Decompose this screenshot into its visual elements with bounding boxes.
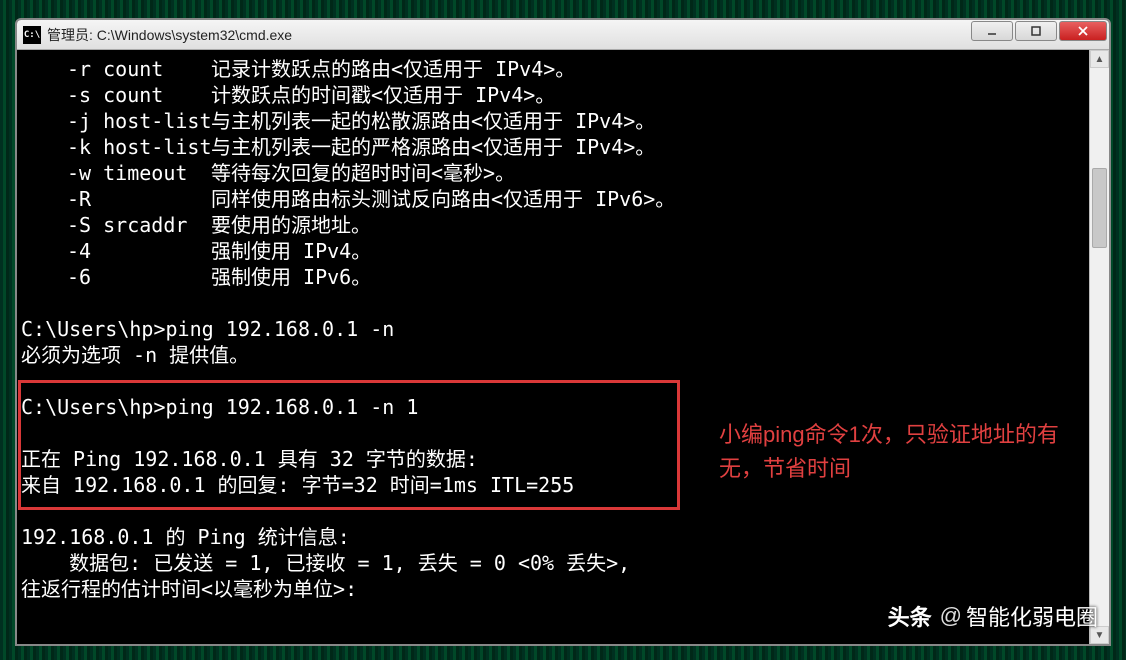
option-line: -k host-list与主机列表一起的严格源路由<仅适用于 IPv4>。 (21, 134, 675, 160)
cmd-line: C:\Users\hp>ping 192.168.0.1 -n 1 (21, 395, 418, 419)
stats-rtt: 往返行程的估计时间<以毫秒为单位>: (21, 577, 357, 601)
option-flag: -j host-list (21, 108, 211, 134)
option-line: -S srcaddr要使用的源地址。 (21, 212, 675, 238)
watermark: 头条 @ 智能化弱电圈 (888, 600, 1098, 632)
option-line: -s count计数跃点的时间戳<仅适用于 IPv4>。 (21, 82, 675, 108)
cmd-line: C:\Users\hp>ping 192.168.0.1 -n (21, 317, 394, 341)
close-button[interactable] (1059, 21, 1107, 41)
scroll-thumb[interactable] (1092, 168, 1107, 248)
option-flag: -w timeout (21, 160, 211, 186)
option-line: -R同样使用路由标头测试反向路由<仅适用于 IPv6>。 (21, 186, 675, 212)
vertical-scrollbar[interactable]: ▲ ▼ (1089, 50, 1109, 644)
annotation-text: 小编ping命令1次，只验证地址的有无，节省时间 (719, 418, 1099, 486)
minimize-button[interactable] (971, 21, 1013, 41)
option-desc: 同样使用路由标头测试反向路由<仅适用于 IPv6>。 (211, 187, 675, 211)
watermark-author: 智能化弱电圈 (966, 600, 1098, 632)
option-desc: 与主机列表一起的严格源路由<仅适用于 IPv4>。 (211, 135, 655, 159)
option-flag: -S srcaddr (21, 212, 211, 238)
option-line: -j host-list与主机列表一起的松散源路由<仅适用于 IPv4>。 (21, 108, 675, 134)
option-line: -r count记录计数跃点的路由<仅适用于 IPv4>。 (21, 56, 675, 82)
maximize-button[interactable] (1015, 21, 1057, 41)
scroll-up-icon[interactable]: ▲ (1090, 50, 1109, 68)
option-flag: -s count (21, 82, 211, 108)
option-desc: 计数跃点的时间戳<仅适用于 IPv4>。 (211, 83, 555, 107)
option-desc: 要使用的源地址。 (211, 213, 371, 237)
cmd-window: C:\ 管理员: C:\Windows\system32\cmd.exe -r … (15, 18, 1111, 646)
window-title: 管理员: C:\Windows\system32\cmd.exe (47, 25, 971, 45)
option-flag: -r count (21, 56, 211, 82)
option-line: -6强制使用 IPv6。 (21, 264, 675, 290)
option-flag: -k host-list (21, 134, 211, 160)
ping-output: 正在 Ping 192.168.0.1 具有 32 字节的数据: (21, 447, 478, 471)
option-line: -w timeout等待每次回复的超时时间<毫秒>。 (21, 160, 675, 186)
option-flag: -R (21, 186, 211, 212)
option-desc: 等待每次回复的超时时间<毫秒>。 (211, 161, 515, 185)
option-line: -4强制使用 IPv4。 (21, 238, 675, 264)
error-line: 必须为选项 -n 提供值。 (21, 343, 249, 367)
cmd-icon: C:\ (23, 26, 41, 44)
option-desc: 与主机列表一起的松散源路由<仅适用于 IPv4>。 (211, 109, 655, 133)
option-flag: -6 (21, 264, 211, 290)
console-output[interactable]: -r count记录计数跃点的路由<仅适用于 IPv4>。-s count计数跃… (17, 50, 1089, 644)
watermark-brand: 头条 (888, 600, 932, 632)
stats-packets: 数据包: 已发送 = 1, 已接收 = 1, 丢失 = 0 <0% 丢失>, (21, 551, 630, 575)
stats-header: 192.168.0.1 的 Ping 统计信息: (21, 525, 350, 549)
ping-reply: 来自 192.168.0.1 的回复: 字节=32 时间=1ms ITL=255 (21, 473, 574, 497)
titlebar[interactable]: C:\ 管理员: C:\Windows\system32\cmd.exe (17, 20, 1109, 50)
option-desc: 记录计数跃点的路由<仅适用于 IPv4>。 (211, 57, 575, 81)
option-desc: 强制使用 IPv6。 (211, 265, 371, 289)
option-desc: 强制使用 IPv4。 (211, 239, 371, 263)
at-icon: @ (940, 603, 962, 629)
scroll-track[interactable] (1090, 68, 1109, 626)
option-flag: -4 (21, 238, 211, 264)
